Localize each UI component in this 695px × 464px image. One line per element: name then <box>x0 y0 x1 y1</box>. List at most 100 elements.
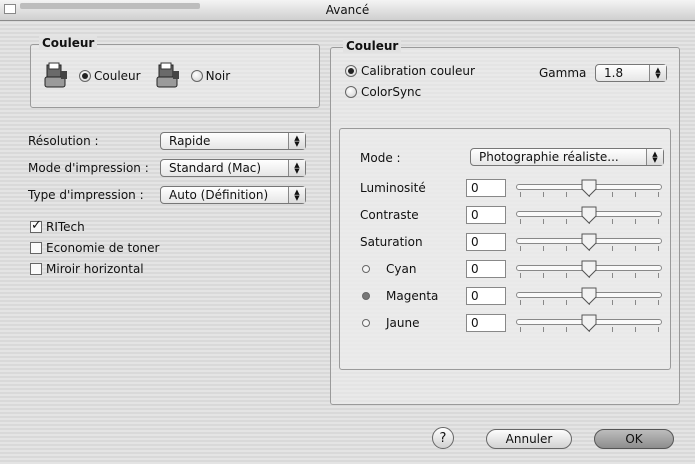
popup-arrows-icon: ▲ ▼ <box>288 187 305 203</box>
slider-tick <box>566 327 567 332</box>
color-radio-label: Couleur <box>94 69 141 83</box>
slider-tick <box>543 273 544 278</box>
slider-tick <box>658 192 659 197</box>
slider-tick <box>635 192 636 197</box>
jaune-dot-icon <box>362 319 370 327</box>
slider-tick <box>543 219 544 224</box>
mode-popup[interactable]: Photographie réaliste... ▲ ▼ <box>470 148 664 166</box>
slider-tick <box>566 192 567 197</box>
slider-value-field[interactable]: 0 <box>466 233 506 251</box>
slider-tick <box>566 273 567 278</box>
cancel-button[interactable]: Annuler <box>486 429 572 449</box>
color-group-left: Couleur Couleur Noir <box>30 36 320 108</box>
gamma-label: Gamma <box>539 66 587 80</box>
slider-value-field[interactable]: 0 <box>466 314 506 332</box>
slider-value-field[interactable]: 0 <box>466 287 506 305</box>
toner-saving-checkbox[interactable] <box>30 242 42 254</box>
ritech-checkbox-row[interactable]: ✓ RITech <box>30 218 85 234</box>
slider-tick <box>566 300 567 305</box>
checkmark-icon: ✓ <box>31 218 42 233</box>
slider-tick <box>520 327 521 332</box>
slider-thumb-icon[interactable] <box>581 179 597 197</box>
calibration-row[interactable]: Calibration couleur <box>345 64 475 78</box>
slider-tick <box>635 327 636 332</box>
slider-value-field[interactable]: 0 <box>466 206 506 224</box>
resolution-value: Rapide <box>169 134 211 148</box>
slider-tick <box>635 273 636 278</box>
help-button[interactable]: ? <box>432 427 454 449</box>
slider-tick <box>635 219 636 224</box>
slider-tick <box>543 192 544 197</box>
adjust-slider[interactable] <box>516 258 662 280</box>
gamma-popup[interactable]: 1.8 ▲ ▼ <box>595 64 667 82</box>
mirror-checkbox-row[interactable]: Miroir horizontal <box>30 262 144 276</box>
print-mode-popup[interactable]: Standard (Mac) ▲ ▼ <box>160 159 306 177</box>
mode-label: Mode : <box>360 151 401 165</box>
ritech-checkbox[interactable]: ✓ <box>30 218 42 233</box>
colorsync-radio[interactable] <box>345 86 357 98</box>
slider-value-field[interactable]: 0 <box>466 260 506 278</box>
color-option-row: Couleur Noir <box>43 61 230 91</box>
slider-tick <box>612 300 613 305</box>
slider-tick <box>658 273 659 278</box>
slider-tick <box>543 246 544 251</box>
print-mode-label: Mode d'impression : <box>28 161 149 175</box>
slider-tick <box>635 246 636 251</box>
black-printer-icon <box>156 62 179 88</box>
toner-saving-checkbox-row[interactable]: Economie de toner <box>30 241 159 255</box>
adjust-slider[interactable] <box>516 231 662 253</box>
toner-saving-label: Economie de toner <box>46 241 160 255</box>
slider-tick <box>658 219 659 224</box>
color-group-legend-right: Couleur <box>343 39 402 53</box>
slider-tick <box>658 327 659 332</box>
slider-tick <box>566 246 567 251</box>
adjustment-panel: Mode : Photographie réaliste... ▲ ▼ Lumin… <box>339 128 671 370</box>
window-title: Avancé <box>325 3 370 17</box>
popup-arrows-icon: ▲ ▼ <box>288 160 305 176</box>
black-radio[interactable] <box>190 70 203 82</box>
adjust-slider[interactable] <box>516 177 662 199</box>
slider-tick <box>612 219 613 224</box>
adjust-slider[interactable] <box>516 312 662 334</box>
mirror-label: Miroir horizontal <box>46 262 144 276</box>
slider-thumb-icon[interactable] <box>581 314 597 332</box>
slider-tick <box>566 219 567 224</box>
mirror-checkbox[interactable] <box>30 263 42 275</box>
slider-tick <box>635 300 636 305</box>
title-bar: Avancé <box>0 0 695 21</box>
slider-thumb-icon[interactable] <box>581 233 597 251</box>
slider-label: Luminosité <box>360 181 426 195</box>
slider-tick <box>543 300 544 305</box>
color-group-right: Couleur Calibration couleur ColorSync Ga… <box>330 39 680 405</box>
calibration-radio[interactable] <box>345 65 357 77</box>
colorsync-label: ColorSync <box>361 85 422 99</box>
calibration-label: Calibration couleur <box>361 64 475 78</box>
resolution-label: Résolution : <box>28 134 99 148</box>
slider-label: Contraste <box>360 208 419 222</box>
adjust-slider[interactable] <box>516 285 662 307</box>
print-type-value: Auto (Définition) <box>169 188 269 202</box>
ritech-label: RITech <box>46 220 85 234</box>
print-type-popup[interactable]: Auto (Définition) ▲ ▼ <box>160 186 306 204</box>
popup-arrows-icon: ▲ ▼ <box>288 133 305 149</box>
color-radio[interactable] <box>79 70 91 82</box>
slider-tick <box>612 273 613 278</box>
slider-thumb-icon[interactable] <box>581 260 597 278</box>
slider-tick <box>520 300 521 305</box>
colorsync-row[interactable]: ColorSync <box>345 85 421 99</box>
slider-tick <box>658 300 659 305</box>
slider-thumb-icon[interactable] <box>581 287 597 305</box>
mode-value: Photographie réaliste... <box>479 150 619 164</box>
window-control-icon[interactable] <box>4 4 16 14</box>
slider-value-field[interactable]: 0 <box>466 179 506 197</box>
ok-button[interactable]: OK <box>594 429 674 449</box>
slider-thumb-icon[interactable] <box>581 206 597 224</box>
slider-tick <box>543 327 544 332</box>
gamma-value: 1.8 <box>604 66 624 80</box>
slider-tick <box>658 246 659 251</box>
resolution-popup[interactable]: Rapide ▲ ▼ <box>160 132 306 150</box>
slider-tick <box>612 246 613 251</box>
adjust-slider[interactable] <box>516 204 662 226</box>
slider-tick <box>520 273 521 278</box>
slider-label: Magenta <box>386 289 439 303</box>
